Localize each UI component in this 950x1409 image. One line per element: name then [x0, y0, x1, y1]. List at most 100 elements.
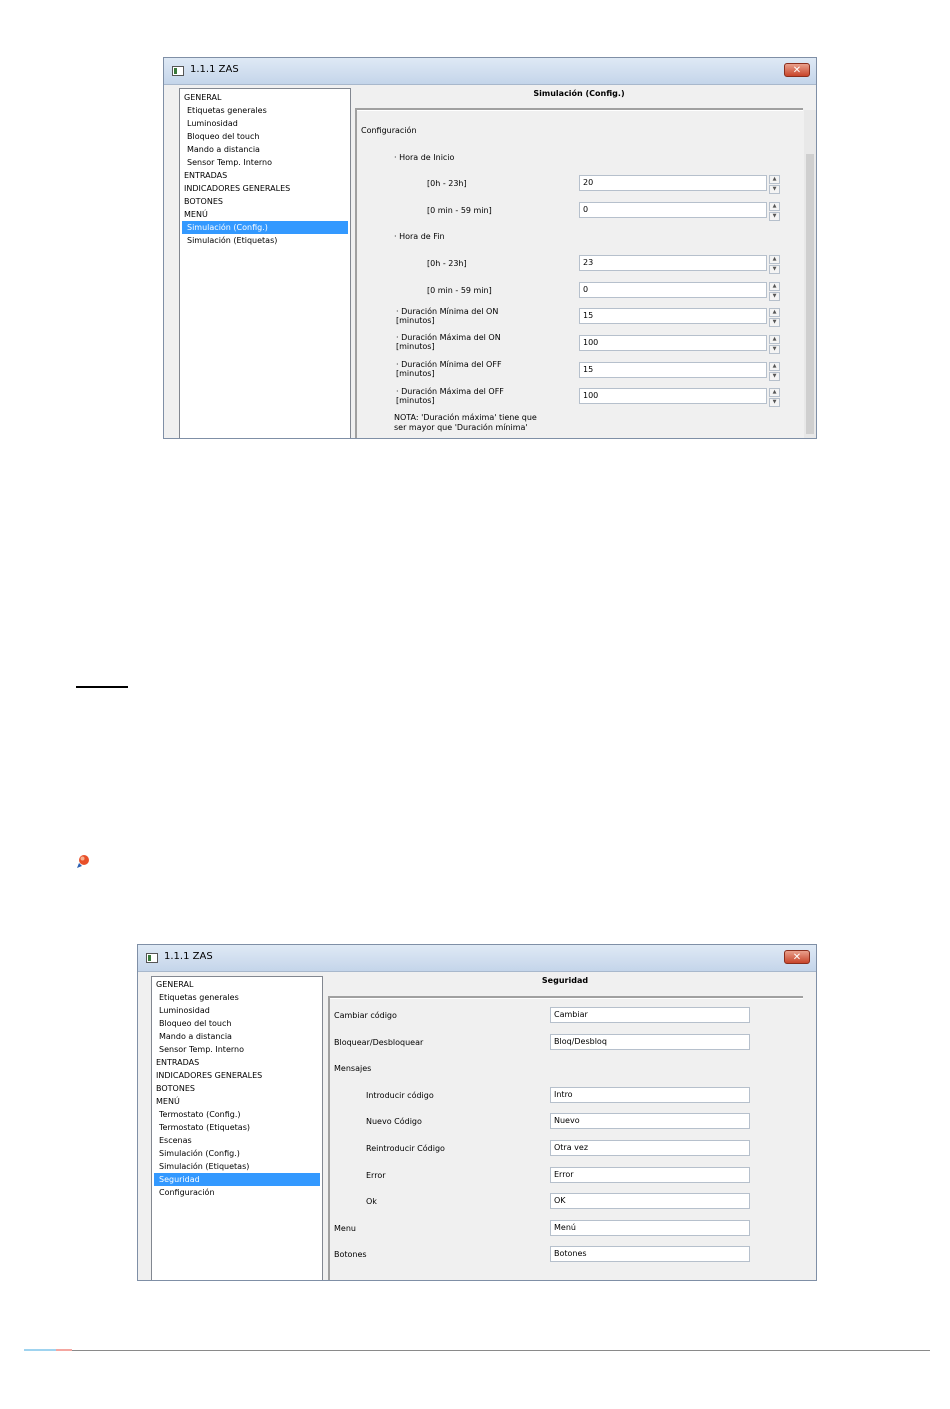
app-icon [146, 953, 158, 963]
row-input-menu[interactable]: Menú [550, 1219, 750, 1236]
row-input-introducir-codigo[interactable]: Intro [550, 1086, 750, 1103]
spin-down-icon[interactable]: ▼ [769, 185, 780, 194]
min-on-label-line1: · Duración Mínima del ON [396, 307, 499, 316]
window-simulacion-config: 1.1.1 ZAS ✕ GENERAL Etiquetas generales Lu… [163, 57, 817, 439]
max-off-label-line1: · Duración Máxima del OFF [396, 387, 504, 396]
spin-up-icon[interactable]: ▲ [769, 282, 780, 291]
spin-down-icon[interactable]: ▼ [769, 292, 780, 301]
spin-up-icon[interactable]: ▲ [769, 335, 780, 344]
spin-up-icon[interactable]: ▲ [769, 255, 780, 264]
panel-title: Simulación (Config.) [533, 89, 625, 98]
tree-item-termostato-config[interactable]: Termostato (Config.) [154, 1108, 320, 1121]
spin-up-icon[interactable]: ▲ [769, 175, 780, 184]
tree-item-termostato-etiquetas[interactable]: Termostato (Etiquetas) [154, 1121, 320, 1134]
tree-item-botones[interactable]: BOTONES [154, 1082, 320, 1095]
tree-item-seguridad[interactable]: Seguridad [154, 1173, 320, 1186]
spin-down-icon[interactable]: ▼ [769, 372, 780, 381]
tree-item-indicadores-generales[interactable]: INDICADORES GENERALES [154, 1069, 320, 1082]
tree-item-luminosidad[interactable]: Luminosidad [154, 1004, 320, 1017]
start-min-label: [0 min - 59 min] [427, 206, 492, 215]
spin-up-icon[interactable]: ▲ [769, 308, 780, 317]
vertical-scrollbar[interactable] [804, 110, 816, 438]
spin-up-icon[interactable]: ▲ [769, 202, 780, 211]
close-button[interactable]: ✕ [784, 63, 810, 77]
spin-down-icon[interactable]: ▼ [769, 345, 780, 354]
section-underline [76, 686, 128, 688]
note-text: NOTA: 'Duración máxima' tiene que ser may… [394, 413, 537, 433]
max-off-label-line2: [minutos] [396, 396, 435, 405]
end-min-input[interactable]: 0 [579, 282, 767, 298]
tree-item-simulacion-config[interactable]: Simulación (Config.) [154, 1147, 320, 1160]
row-input-reintroducir-codigo[interactable]: Otra vez [550, 1140, 750, 1156]
window-seguridad: 1.1.1 ZAS ✕ GENERAL Etiquetas generales Lu… [137, 944, 817, 1281]
row-label-mensajes: Mensajes [334, 1064, 372, 1074]
row-label-nuevo-codigo: Nuevo Código [366, 1117, 422, 1127]
end-min-spinner[interactable]: ▲ ▼ [769, 282, 780, 301]
tree-item-indicadores-generales[interactable]: INDICADORES GENERALES [182, 182, 348, 195]
tree-item-configuracion[interactable]: Configuración [154, 1186, 320, 1199]
tree-item-menu[interactable]: MENÚ [154, 1095, 320, 1108]
end-hour-label: [0h - 23h] [427, 259, 467, 268]
panel-title: Seguridad [541, 976, 589, 985]
min-off-spinner[interactable]: ▲ ▼ [769, 362, 780, 381]
max-off-spinner[interactable]: ▲ ▼ [769, 388, 780, 407]
spin-down-icon[interactable]: ▼ [769, 398, 780, 407]
tree-item-simulacion-etiquetas[interactable]: Simulación (Etiquetas) [154, 1160, 320, 1173]
tree-item-mando-a-distancia[interactable]: Mando a distancia [182, 143, 348, 156]
spin-down-icon[interactable]: ▼ [769, 318, 780, 327]
tree-item-botones[interactable]: BOTONES [182, 195, 348, 208]
tree-item-sensor-temp-interno[interactable]: Sensor Temp. Interno [182, 156, 348, 169]
min-off-input[interactable]: 15 [579, 362, 767, 378]
start-hour-input[interactable]: 20 [579, 175, 767, 191]
tree-item-etiquetas-generales[interactable]: Etiquetas generales [182, 104, 348, 117]
footer-accent-red [56, 1349, 72, 1351]
max-on-spinner[interactable]: ▲ ▼ [769, 335, 780, 354]
row-label-introducir-codigo: Introducir código [366, 1090, 434, 1100]
start-min-input[interactable]: 0 [579, 202, 767, 218]
min-on-label-line2: [minutos] [396, 316, 435, 325]
max-off-input[interactable]: 100 [579, 388, 767, 404]
tree-item-general[interactable]: GENERAL [182, 91, 348, 104]
row-input-nuevo-codigo[interactable]: Nuevo [550, 1113, 750, 1130]
tree-item-entradas[interactable]: ENTRADAS [154, 1056, 320, 1069]
tree-item-bloqueo-del-touch[interactable]: Bloqueo del touch [154, 1017, 320, 1030]
row-input-error[interactable]: Error [550, 1166, 750, 1183]
tree-view[interactable]: GENERAL Etiquetas generales Luminosidad Blo… [151, 976, 323, 1280]
row-input-ok[interactable]: OK [550, 1193, 750, 1210]
spin-up-icon[interactable]: ▲ [769, 362, 780, 371]
min-on-spinner[interactable]: ▲ ▼ [769, 308, 780, 327]
tree-item-escenas[interactable]: Escenas [154, 1134, 320, 1147]
start-min-spinner[interactable]: ▲ ▼ [769, 202, 780, 221]
row-input-botones[interactable]: Botones [550, 1246, 750, 1263]
row-label-botones: Botones [334, 1250, 367, 1260]
footer-rule [24, 1350, 930, 1351]
row-input-bloquear-desbloquear[interactable]: Bloq/Desbloq [550, 1033, 750, 1050]
tree-item-bloqueo-del-touch[interactable]: Bloqueo del touch [182, 130, 348, 143]
tree-item-luminosidad[interactable]: Luminosidad [182, 117, 348, 130]
tree-item-mando-a-distancia[interactable]: Mando a distancia [154, 1030, 320, 1043]
min-on-input[interactable]: 15 [579, 308, 767, 324]
tree-item-menu[interactable]: MENÚ [182, 208, 348, 221]
close-button[interactable]: ✕ [784, 950, 810, 964]
end-hour-input[interactable]: 23 [579, 255, 767, 271]
tree-item-etiquetas-generales[interactable]: Etiquetas generales [154, 991, 320, 1004]
scrollbar-thumb[interactable] [806, 154, 814, 434]
spin-up-icon[interactable]: ▲ [769, 388, 780, 397]
tree-item-simulacion-config[interactable]: Simulación (Config.) [182, 221, 348, 234]
start-hour-spinner[interactable]: ▲ ▼ [769, 175, 780, 194]
app-icon [172, 66, 184, 76]
tree-item-general[interactable]: GENERAL [154, 978, 320, 991]
tree-view[interactable]: GENERAL Etiquetas generales Luminosidad Blo… [179, 88, 351, 438]
tree-item-sensor-temp-interno[interactable]: Sensor Temp. Interno [154, 1043, 320, 1056]
spin-down-icon[interactable]: ▼ [769, 212, 780, 221]
min-on-label: · Duración Mínima del ON [minutos] [396, 307, 498, 325]
spin-down-icon[interactable]: ▼ [769, 265, 780, 274]
tree-item-entradas[interactable]: ENTRADAS [182, 169, 348, 182]
tree-item-simulacion-etiquetas[interactable]: Simulación (Etiquetas) [182, 234, 348, 247]
max-on-input[interactable]: 100 [579, 335, 767, 351]
window-title: 1.1.1 ZAS [164, 951, 213, 962]
row-input-cambiar-codigo[interactable]: Cambiar [550, 1007, 750, 1023]
row-label-reintroducir-codigo: Reintroducir Código [366, 1144, 445, 1153]
end-min-label: [0 min - 59 min] [427, 286, 492, 295]
end-hour-spinner[interactable]: ▲ ▼ [769, 255, 780, 274]
